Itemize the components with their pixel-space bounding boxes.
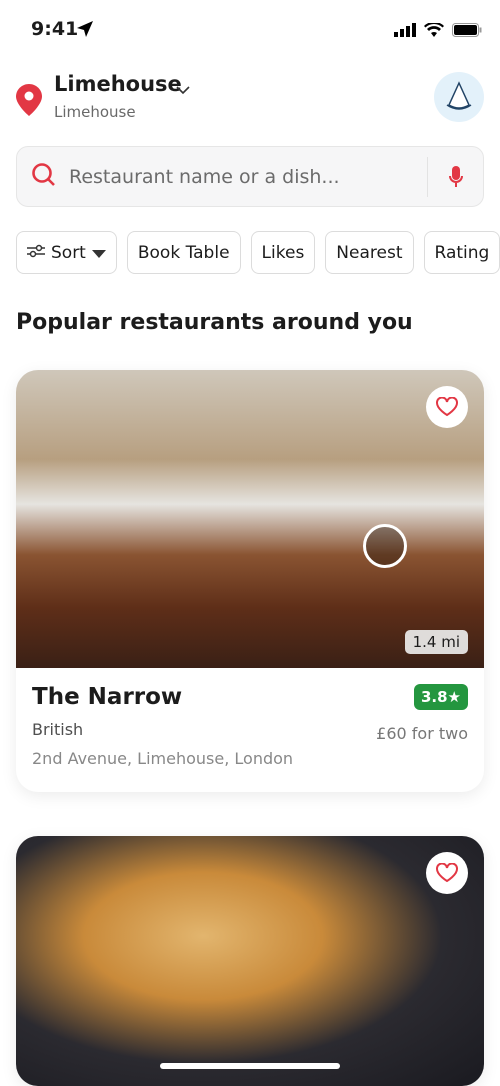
restaurant-card[interactable]: 1.4 mi The Narrow 3.8★ British £60 for t… <box>16 370 484 792</box>
favorite-button[interactable] <box>426 386 468 428</box>
search-placeholder: Restaurant name or a dish... <box>69 166 427 188</box>
favorite-button[interactable] <box>426 852 468 894</box>
filter-chips: Sort Book Table Likes Nearest Rating <box>16 231 500 274</box>
restaurant-photo: 1.4 mi <box>16 370 484 668</box>
carousel-indicator <box>363 524 407 568</box>
wifi-icon <box>424 22 444 41</box>
location-pin-icon <box>16 84 42 120</box>
caret-down-icon <box>92 243 106 263</box>
filter-book-table[interactable]: Book Table <box>127 231 241 274</box>
profile-avatar[interactable] <box>434 72 484 122</box>
filter-rating[interactable]: Rating <box>424 231 500 274</box>
heart-icon <box>436 397 458 417</box>
sliders-icon <box>27 243 45 263</box>
chevron-down-icon <box>176 80 190 99</box>
restaurant-photo <box>16 836 484 1086</box>
filter-sort[interactable]: Sort <box>16 231 117 274</box>
status-time: 9:41 <box>31 18 78 40</box>
home-indicator[interactable] <box>160 1063 340 1069</box>
filter-nearest[interactable]: Nearest <box>325 231 413 274</box>
distance-badge: 1.4 mi <box>405 630 468 654</box>
restaurant-address: 2nd Avenue, Limehouse, London <box>32 749 468 768</box>
location-arrow-icon <box>76 20 94 42</box>
restaurant-price: £60 for two <box>376 724 468 743</box>
restaurant-card[interactable] <box>16 836 484 1086</box>
heart-icon <box>436 863 458 883</box>
location-title: Limehouse <box>54 72 182 96</box>
microphone-button[interactable] <box>427 157 483 197</box>
location-subtitle: Limehouse <box>54 103 136 121</box>
microphone-icon <box>449 166 463 188</box>
rating-badge: 3.8★ <box>414 684 468 710</box>
signal-icon <box>394 22 416 41</box>
filter-label: Likes <box>262 243 305 263</box>
filter-label: Nearest <box>336 243 402 263</box>
battery-icon <box>452 22 482 41</box>
restaurant-name: The Narrow <box>32 684 468 710</box>
filter-label: Sort <box>51 243 86 263</box>
search-input[interactable]: Restaurant name or a dish... <box>16 146 484 207</box>
filter-label: Rating <box>435 243 490 263</box>
search-icon <box>31 162 57 192</box>
filter-likes[interactable]: Likes <box>251 231 316 274</box>
filter-label: Book Table <box>138 243 230 263</box>
avatar-illustration-icon <box>444 81 474 113</box>
section-title: Popular restaurants around you <box>16 310 413 335</box>
status-bar: 9:41 <box>0 0 500 60</box>
